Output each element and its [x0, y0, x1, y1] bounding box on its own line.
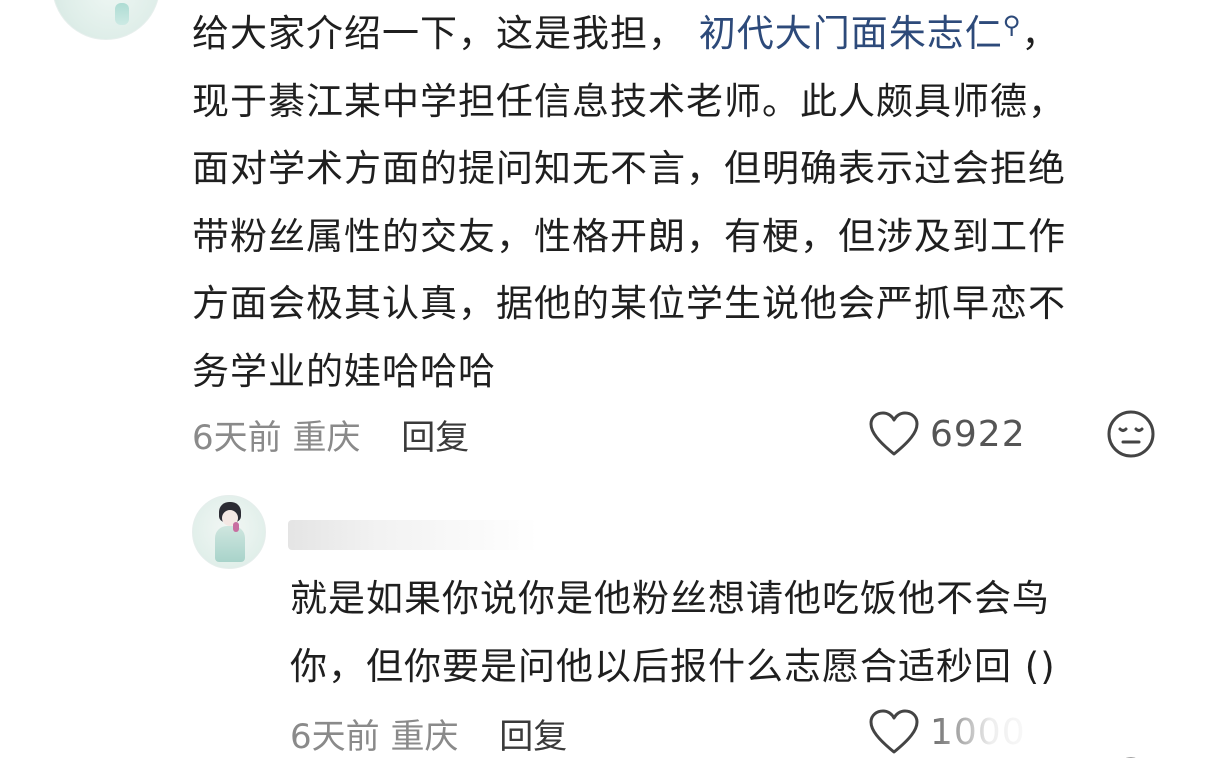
reaction-button[interactable] — [1105, 408, 1157, 464]
neutral-face-icon — [1107, 410, 1155, 458]
mention-link[interactable]: 初代大门面朱志仁⚲ — [699, 11, 1022, 55]
comment-line-4: 带粉丝属性的交友，性格开朗，有梗，但涉及到工作 — [192, 214, 1066, 258]
reply-button[interactable]: 回复 — [401, 418, 469, 458]
comment-line-6: 务学业的娃哈哈哈 — [192, 349, 496, 393]
comment-line-1: 给大家介绍一下，这是我担， 初代大门面朱志仁⚲， — [192, 0, 1167, 68]
like-count: 6922 — [930, 413, 1026, 455]
comment-body: 给大家介绍一下，这是我担， 初代大门面朱志仁⚲， 现于綦江某中学担任信息技术老师… — [192, 0, 1167, 405]
comment-line-5: 方面会极其认真，据他的某位学生说他会严抓早恋不 — [192, 282, 1066, 325]
reply-line-2: 你，但你要是问他以后报什么志愿合适秒回 () — [290, 644, 1056, 688]
reply-body: 就是如果你说你是他粉丝想请他吃饭他不会鸟 你，但你要是问他以后报什么志愿合适秒回… — [290, 565, 1170, 700]
reply-location: 重庆 — [390, 717, 459, 757]
heart-outline-icon — [869, 709, 919, 754]
heart-outline-icon — [869, 411, 919, 456]
bottom-blur-overlay — [920, 700, 1206, 757]
like-button[interactable]: 6922 — [868, 410, 1026, 458]
comment-location: 重庆 — [292, 418, 361, 458]
commenter-avatar[interactable] — [52, 0, 160, 40]
comment-meta: 6天前 重庆 回复 — [192, 410, 469, 459]
comment-time: 6天前 — [192, 418, 282, 458]
reply-time: 6天前 — [290, 717, 380, 757]
avatar-decoration — [115, 3, 129, 25]
comment-line-2: 现于綦江某中学担任信息技术老师。此人颇具师德， — [192, 79, 1066, 123]
reply-line-1: 就是如果你说你是他粉丝想请他吃饭他不会鸟 — [290, 577, 1050, 620]
reply-username-redacted — [288, 520, 538, 550]
reply-reply-button[interactable]: 回复 — [499, 717, 567, 757]
comment-line-3: 面对学术方面的提问知无不言，但明确表示过会拒绝 — [192, 147, 1066, 190]
reply-meta: 6天前 重庆 回复 — [290, 709, 567, 758]
avatar-figure-body — [215, 526, 245, 562]
avatar-figure-accent — [233, 522, 239, 532]
search-icon: ⚲ — [1002, 11, 1022, 39]
replier-avatar[interactable] — [192, 495, 266, 569]
